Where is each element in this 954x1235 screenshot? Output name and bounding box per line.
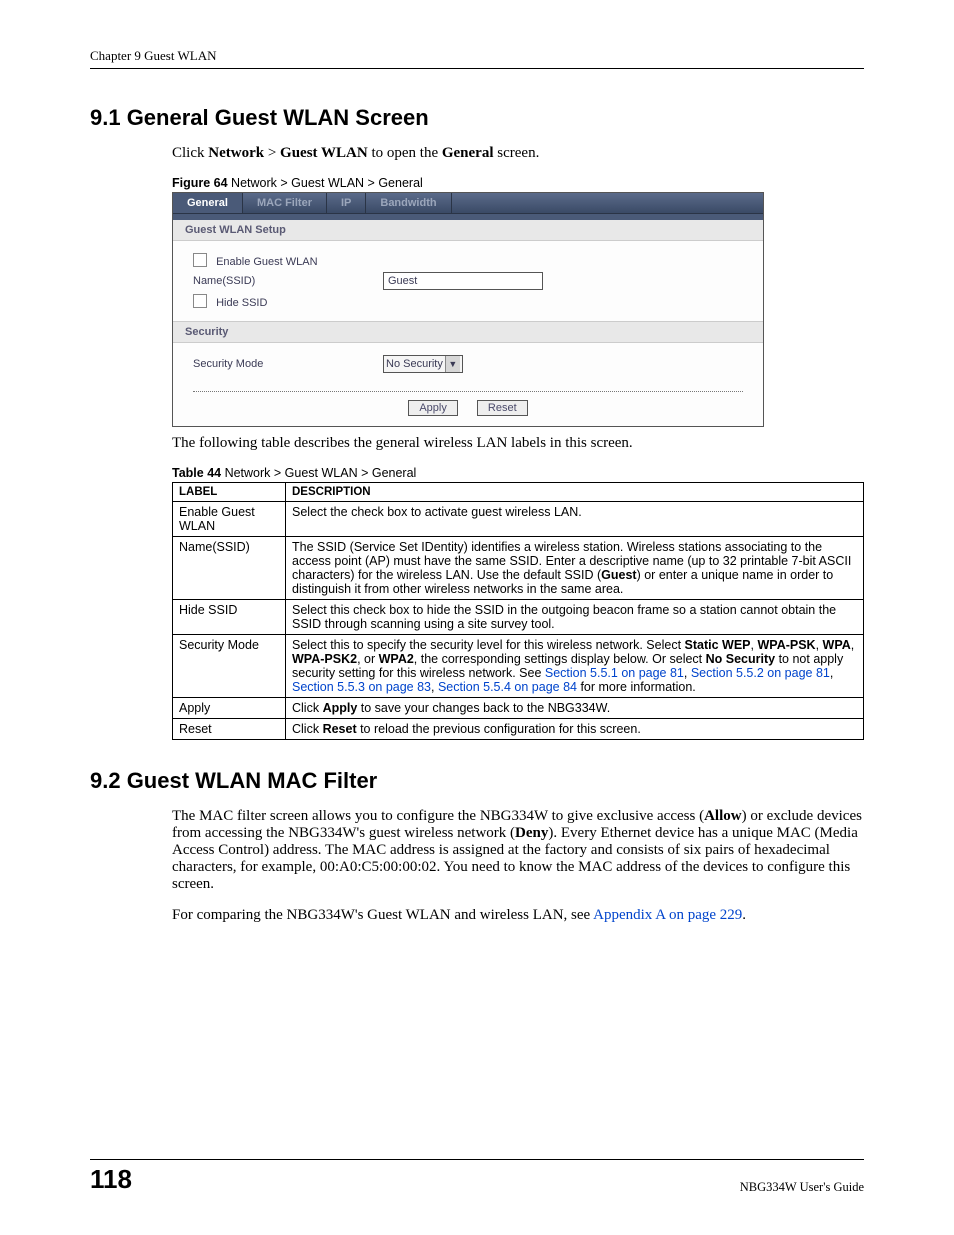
tab-mac-filter[interactable]: MAC Filter xyxy=(243,193,327,213)
table-44-caption: Table 44 Network > Guest WLAN > General xyxy=(172,466,864,480)
table-row: Apply Click Apply to save your changes b… xyxy=(173,698,864,719)
name-ssid-input[interactable]: Guest xyxy=(383,272,543,290)
figure-64-caption: Figure 64 Network > Guest WLAN > General xyxy=(172,176,864,190)
page-footer: 118 NBG334W User's Guide xyxy=(90,1159,864,1195)
link-appendix-a[interactable]: Appendix A on page 229 xyxy=(593,907,742,923)
section-9-1-intro: Click Network > Guest WLAN to open the G… xyxy=(172,145,864,162)
table-row: Enable Guest WLAN Select the check box t… xyxy=(173,502,864,537)
link-section-5-5-3[interactable]: Section 5.5.3 on page 83 xyxy=(292,680,431,694)
enable-guest-wlan-checkbox[interactable] xyxy=(193,253,207,267)
link-section-5-5-1[interactable]: Section 5.5.1 on page 81 xyxy=(545,666,684,680)
security-mode-select[interactable]: No Security▼ xyxy=(383,355,463,373)
security-title: Security xyxy=(173,321,763,343)
col-description: DESCRIPTION xyxy=(286,483,864,502)
guide-title: NBG334W User's Guide xyxy=(740,1180,864,1195)
tab-bandwidth[interactable]: Bandwidth xyxy=(366,193,451,213)
reset-button[interactable]: Reset xyxy=(477,400,528,416)
guest-wlan-setup-title: Guest WLAN Setup xyxy=(173,220,763,241)
tab-bar: General MAC Filter IP Bandwidth xyxy=(173,193,763,214)
page-number: 118 xyxy=(90,1164,132,1195)
table-row: Name(SSID) The SSID (Service Set IDentit… xyxy=(173,537,864,600)
chapter-header: Chapter 9 Guest WLAN xyxy=(90,48,864,69)
table-44: LABEL DESCRIPTION Enable Guest WLAN Sele… xyxy=(172,482,864,740)
section-9-2-p1: The MAC filter screen allows you to conf… xyxy=(172,808,864,893)
table-intro: The following table describes the genera… xyxy=(172,435,864,452)
name-ssid-label: Name(SSID) xyxy=(193,275,383,287)
tab-ip[interactable]: IP xyxy=(327,193,366,213)
link-section-5-5-4[interactable]: Section 5.5.4 on page 84 xyxy=(438,680,577,694)
section-9-1-heading: 9.1 General Guest WLAN Screen xyxy=(90,105,864,131)
link-section-5-5-2[interactable]: Section 5.5.2 on page 81 xyxy=(691,666,830,680)
hide-ssid-label: Hide SSID xyxy=(216,297,267,309)
apply-button[interactable]: Apply xyxy=(408,400,458,416)
tab-general[interactable]: General xyxy=(173,193,243,213)
section-9-2-heading: 9.2 Guest WLAN MAC Filter xyxy=(90,768,864,794)
table-row: Hide SSID Select this check box to hide … xyxy=(173,600,864,635)
table-header-row: LABEL DESCRIPTION xyxy=(173,483,864,502)
security-mode-label: Security Mode xyxy=(193,358,383,370)
dropdown-arrow-icon: ▼ xyxy=(445,356,460,372)
hide-ssid-checkbox[interactable] xyxy=(193,294,207,308)
col-label: LABEL xyxy=(173,483,286,502)
enable-guest-wlan-label: Enable Guest WLAN xyxy=(216,256,318,268)
section-9-2-p2: For comparing the NBG334W's Guest WLAN a… xyxy=(172,907,864,924)
table-row: Reset Click Reset to reload the previous… xyxy=(173,719,864,740)
table-row: Security Mode Select this to specify the… xyxy=(173,635,864,698)
figure-64-screenshot: General MAC Filter IP Bandwidth Guest WL… xyxy=(172,192,764,427)
